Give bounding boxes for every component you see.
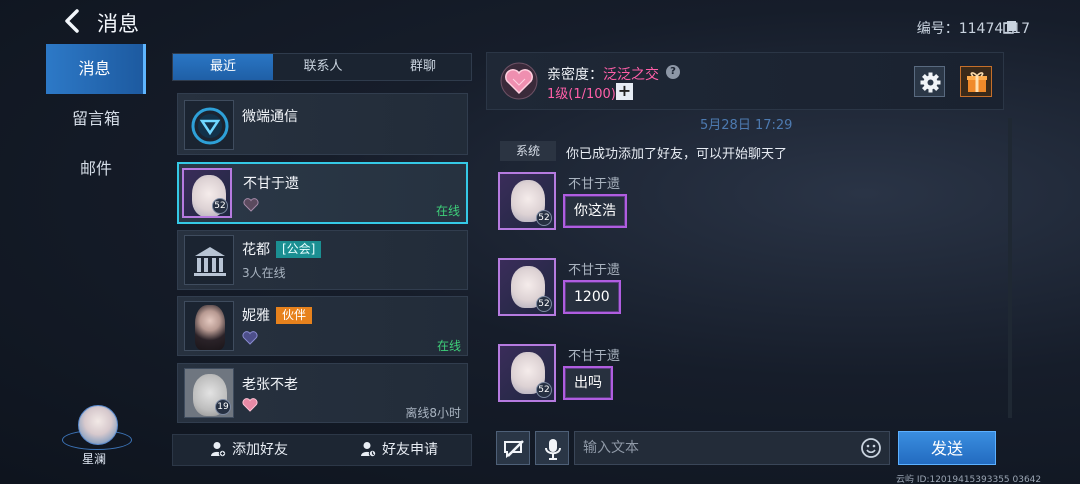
intimacy-label: 亲密度：泛泛之交 bbox=[547, 64, 659, 84]
friend-requests-button[interactable]: 好友申请 bbox=[360, 435, 438, 465]
guild-building-icon bbox=[194, 247, 226, 276]
chat-name-text: 妮雅 bbox=[242, 308, 270, 324]
menu-item-mail[interactable]: 邮件 bbox=[46, 144, 146, 194]
chat-scrollbar[interactable] bbox=[1008, 118, 1012, 418]
back-arrow-icon[interactable] bbox=[58, 6, 88, 36]
voice-input-button[interactable] bbox=[535, 431, 569, 465]
chat-item-huadu[interactable]: 花都 [公会] 3人在线 bbox=[177, 230, 468, 290]
message-bubble[interactable]: 出吗 bbox=[563, 366, 613, 400]
intimacy-heart-icon bbox=[243, 198, 259, 212]
add-user-icon bbox=[211, 442, 227, 458]
message-sender: 不甘于遗 bbox=[568, 177, 621, 192]
chat-name-text: 花都 bbox=[242, 242, 270, 258]
footer-id: 云屿 ID:12019415393355 03642 bbox=[896, 475, 1042, 484]
gift-icon bbox=[967, 72, 987, 92]
chat-item-niya[interactable]: 妮雅 伙伴 在线 bbox=[177, 296, 468, 356]
menu-item-messages[interactable]: 消息 bbox=[46, 44, 146, 94]
level-badge: 19 bbox=[215, 399, 231, 415]
intimacy-level: 1级(1/100) bbox=[547, 87, 616, 102]
tab-group-chat[interactable]: 群聊 bbox=[373, 54, 473, 80]
intimacy-value: 泛泛之交 bbox=[603, 67, 659, 83]
chat-tabs: 最近 联系人 群聊 bbox=[172, 53, 472, 81]
menu-item-message-box[interactable]: 留言箱 bbox=[46, 94, 146, 144]
guild-avatar bbox=[184, 235, 234, 285]
chat-item-micro-comm[interactable]: 微端通信 bbox=[177, 93, 468, 155]
level-badge: 52 bbox=[536, 382, 552, 398]
micro-comm-icon bbox=[191, 107, 229, 145]
sender-avatar[interactable]: 52 bbox=[498, 172, 556, 230]
system-tag: 系统 bbox=[500, 141, 556, 161]
settings-button[interactable] bbox=[914, 66, 945, 97]
help-icon[interactable]: ? bbox=[666, 65, 680, 79]
gift-button[interactable] bbox=[960, 66, 992, 97]
level-badge: 52 bbox=[212, 198, 228, 214]
microphone-icon bbox=[545, 439, 561, 460]
message-bubble[interactable]: 你这浩 bbox=[563, 194, 627, 228]
gear-icon bbox=[920, 72, 941, 93]
online-status: 在线 bbox=[435, 204, 460, 218]
copy-icon[interactable] bbox=[1003, 20, 1017, 34]
system-message: 你已成功添加了好友，可以开始聊天了 bbox=[566, 147, 788, 162]
partner-avatar bbox=[184, 301, 234, 351]
member-online-count: 3人在线 bbox=[242, 266, 286, 280]
intimacy-heart-icon bbox=[242, 398, 258, 412]
intimacy-label-text: 亲密度： bbox=[547, 67, 603, 83]
level-badge: 52 bbox=[536, 210, 552, 226]
add-friend-button[interactable]: 添加好友 bbox=[210, 435, 288, 465]
sender-avatar[interactable]: 52 bbox=[498, 344, 556, 402]
send-button[interactable]: 发送 bbox=[898, 431, 996, 465]
left-menu: 消息 留言箱 邮件 bbox=[46, 44, 148, 444]
chat-item-laozhang[interactable]: 19 老张不老 离线8小时 bbox=[177, 363, 468, 423]
tab-contacts[interactable]: 联系人 bbox=[273, 54, 373, 80]
player-avatar[interactable] bbox=[78, 405, 118, 445]
message-sender: 不甘于遗 bbox=[568, 349, 621, 364]
friend-avatar-offline: 19 bbox=[184, 368, 234, 418]
intimacy-heart-icon bbox=[242, 331, 258, 345]
offline-status: 离线8小时 bbox=[405, 406, 461, 420]
player-name: 星澜 bbox=[82, 452, 107, 466]
quick-chat-icon bbox=[504, 440, 524, 459]
emoji-icon[interactable] bbox=[860, 437, 882, 459]
add-friend-label: 添加好友 bbox=[232, 442, 288, 458]
friend-request-icon bbox=[361, 442, 377, 458]
chat-item-bugan[interactable]: 52 不甘于遗 在线 bbox=[177, 162, 468, 224]
message-sender: 不甘于遗 bbox=[568, 263, 621, 278]
message-input[interactable] bbox=[574, 431, 890, 465]
tab-recent[interactable]: 最近 bbox=[173, 54, 273, 80]
micro-comm-avatar bbox=[184, 100, 234, 150]
message-date: 5月28日 17:29 bbox=[700, 118, 793, 133]
guild-tag: [公会] bbox=[276, 241, 322, 258]
chat-name: 妮雅 伙伴 bbox=[242, 305, 313, 325]
friend-avatar: 52 bbox=[182, 168, 232, 218]
level-badge: 52 bbox=[536, 296, 552, 312]
chat-name: 微端通信 bbox=[242, 109, 298, 125]
intimacy-heart-icon bbox=[500, 62, 538, 100]
chat-name: 老张不老 bbox=[242, 377, 298, 393]
partner-tag: 伙伴 bbox=[276, 307, 313, 324]
online-status: 在线 bbox=[436, 339, 461, 353]
quick-phrase-button[interactable] bbox=[496, 431, 530, 465]
page-title: 消息 bbox=[97, 12, 139, 36]
chat-name: 花都 [公会] bbox=[242, 239, 322, 259]
chat-name: 不甘于遗 bbox=[243, 176, 299, 192]
sender-avatar[interactable]: 52 bbox=[498, 258, 556, 316]
message-bubble[interactable]: 1200 bbox=[563, 280, 621, 314]
add-intimacy-button[interactable]: + bbox=[616, 83, 633, 100]
friend-requests-label: 好友申请 bbox=[382, 442, 438, 458]
